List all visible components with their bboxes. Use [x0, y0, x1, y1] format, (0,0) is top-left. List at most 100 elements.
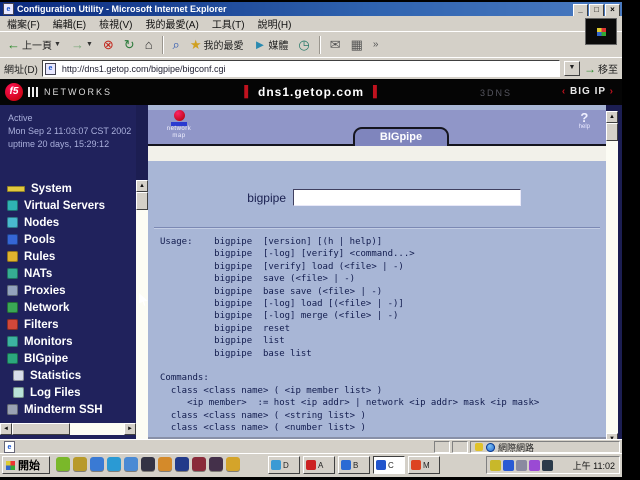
quick-launch-icon[interactable]	[158, 457, 172, 471]
history-button[interactable]: ◷	[295, 37, 312, 52]
status-pane	[434, 441, 450, 453]
refresh-button[interactable]: ↻	[121, 37, 138, 52]
scroll-left-icon[interactable]: ◄	[0, 423, 12, 435]
tray-icon[interactable]	[490, 459, 501, 471]
home-button[interactable]: ⌂	[142, 37, 156, 52]
scroll-up-icon[interactable]: ▲	[606, 111, 618, 123]
mail-button[interactable]: ✉	[327, 37, 344, 52]
favorites-icon: ★	[189, 37, 202, 52]
menu-item[interactable]: 編輯(E)	[53, 16, 86, 31]
help-label: help	[578, 124, 590, 130]
scroll-up-icon[interactable]: ▲	[136, 180, 148, 192]
go-button[interactable]: → 移至	[584, 61, 618, 77]
menu-item[interactable]: 檢視(V)	[99, 16, 132, 31]
quick-launch-icon[interactable]	[175, 457, 189, 471]
sidebar-item[interactable]: BIGpipe	[0, 350, 136, 367]
sidebar-item[interactable]: NATs	[0, 265, 136, 282]
content-white-strip	[148, 146, 606, 161]
sidebar-item[interactable]: Network	[0, 299, 136, 316]
links-chevron[interactable]: »	[370, 37, 382, 52]
taskbar-window-button[interactable]: B	[338, 456, 370, 474]
status-pane	[452, 441, 468, 453]
back-button[interactable]: ← 上一頁 ▼	[4, 36, 64, 53]
host-right-mark: ▐	[369, 86, 378, 98]
product-3dns-label: 3DNS	[479, 88, 512, 98]
status-page-icon: e	[4, 441, 15, 453]
ie-document-icon: e	[3, 3, 14, 15]
taskbar-window-button[interactable]: C	[373, 456, 405, 474]
taskbar-window-button[interactable]: D	[268, 456, 300, 474]
sidebar-item[interactable]: Nodes	[0, 214, 136, 231]
status-bar: e 網際網路	[0, 439, 622, 454]
f5-wordmark: NETWORKS	[44, 87, 113, 97]
sidebar-item[interactable]: System	[0, 180, 136, 197]
quick-launch-icon[interactable]	[124, 457, 138, 471]
home-icon: ⌂	[144, 37, 153, 52]
scrollbar-thumb[interactable]	[136, 192, 148, 210]
address-bar: 網址(D) e http://dns1.getop.com/bigpipe/bi…	[0, 57, 622, 79]
address-dropdown-button[interactable]: ▼	[564, 61, 580, 76]
media-button[interactable]: ► 媒體	[250, 36, 291, 53]
sidebar-item[interactable]: Log Files	[0, 384, 136, 401]
scrollbar-thumb[interactable]	[12, 423, 70, 435]
back-dropdown-icon[interactable]: ▼	[54, 41, 61, 48]
tray-icon[interactable]	[503, 459, 514, 471]
quick-launch-icon[interactable]	[226, 457, 240, 471]
window-button-label: M	[423, 460, 430, 470]
sidebar-item[interactable]: Pools	[0, 231, 136, 248]
quick-launch-icon[interactable]	[192, 457, 206, 471]
refresh-icon: ↻	[123, 37, 135, 52]
toolbar-separator	[161, 35, 164, 54]
tray-icon[interactable]	[542, 459, 553, 471]
quick-launch-icon[interactable]	[90, 457, 104, 471]
sidebar-item[interactable]: Filters	[0, 316, 136, 333]
address-input[interactable]: e http://dns1.getop.com/bigpipe/bigconf.…	[41, 60, 560, 77]
tab-bigpipe[interactable]: BIGpipe	[353, 127, 449, 146]
quick-launch-icon[interactable]	[107, 457, 121, 471]
forward-button[interactable]: → ▼	[68, 37, 96, 52]
taskbar: 開始 D A B C M 上午 11:02	[0, 453, 622, 477]
window-icon	[376, 460, 386, 470]
virtual-servers-icon	[7, 200, 18, 211]
sidebar-item[interactable]: Mindterm SSH	[0, 401, 136, 418]
start-label: 開始	[18, 460, 40, 472]
sidebar-item[interactable]: Rules	[0, 248, 136, 265]
forward-dropdown-icon[interactable]: ▼	[86, 41, 93, 48]
tray-icon[interactable]	[529, 459, 540, 471]
taskbar-window-button[interactable]: A	[303, 456, 335, 474]
sidebar-item[interactable]: Monitors	[0, 333, 136, 350]
sidebar-item[interactable]: Statistics	[0, 367, 136, 384]
favorites-button[interactable]: ★ 我的最愛	[187, 36, 247, 53]
start-button[interactable]: 開始	[2, 456, 50, 474]
quick-launch-icon[interactable]	[209, 457, 223, 471]
back-label: 上一頁	[22, 41, 52, 52]
scrollbar-track[interactable]	[70, 423, 124, 435]
help-button[interactable]: ? help	[579, 111, 590, 131]
bigpipe-command-input[interactable]	[293, 189, 521, 206]
sidebar-menu: System Virtual Servers Nodes Pools Rules	[0, 180, 136, 418]
scrollbar-track[interactable]	[606, 141, 618, 433]
tray-icon[interactable]	[516, 459, 527, 471]
scrollbar-track[interactable]	[136, 210, 148, 439]
content-vertical-scrollbar[interactable]: ▲ ▼	[606, 111, 618, 439]
pools-icon	[7, 234, 18, 245]
sidebar-item[interactable]: Virtual Servers	[0, 197, 136, 214]
quick-launch-icon[interactable]	[56, 457, 70, 471]
scroll-right-icon[interactable]: ►	[124, 423, 136, 435]
quick-launch-icon[interactable]	[141, 457, 155, 471]
sidebar-vertical-scrollbar[interactable]: ▲ ▼	[136, 180, 148, 439]
sidebar-item[interactable]: Proxies	[0, 282, 136, 299]
print-button[interactable]: ▦	[348, 37, 366, 52]
search-button[interactable]: ⌕	[170, 37, 183, 52]
menu-item[interactable]: 工具(T)	[212, 16, 245, 31]
quick-launch-icon[interactable]	[73, 457, 87, 471]
menu-item[interactable]: 我的最愛(A)	[145, 16, 198, 31]
menu-item[interactable]: 檔案(F)	[7, 16, 40, 31]
menu-item[interactable]: 說明(H)	[258, 16, 292, 31]
taskbar-window-button[interactable]: M	[408, 456, 440, 474]
stop-button[interactable]: ⊗	[100, 37, 117, 52]
sidebar-horizontal-scrollbar[interactable]: ◄ ►	[0, 423, 136, 435]
network-map-button[interactable]: network map	[162, 110, 196, 140]
window-icon	[411, 460, 421, 470]
scrollbar-thumb[interactable]	[606, 123, 618, 141]
